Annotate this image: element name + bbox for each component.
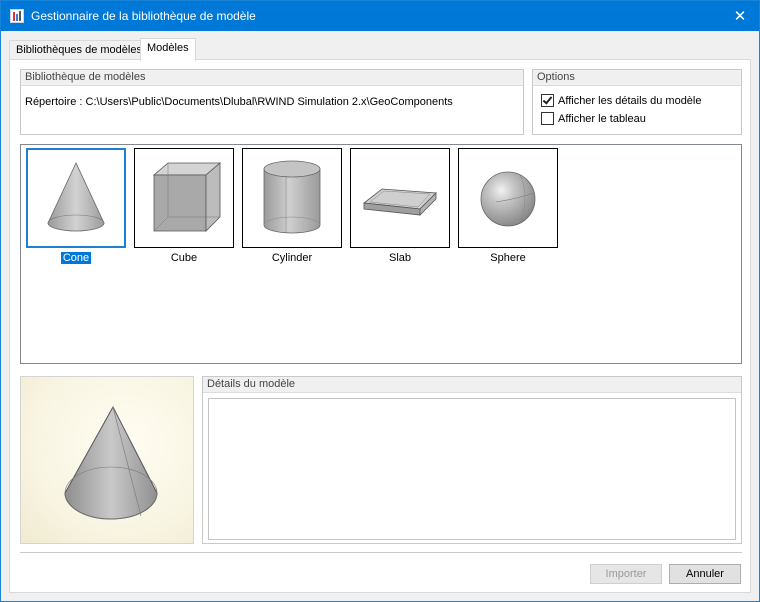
- directory-path: C:\Users\Public\Documents\Dlubal\RWIND S…: [85, 96, 453, 108]
- model-details-groupbox: Détails du modèle: [202, 376, 742, 544]
- model-preview: [20, 376, 194, 544]
- sphere-icon: [480, 171, 536, 227]
- cone-thumbnail: [26, 148, 126, 248]
- checkmark-icon: [542, 94, 553, 105]
- divider: [20, 552, 742, 553]
- tab-model-libraries[interactable]: Bibliothèques de modèles: [9, 40, 149, 60]
- app-icon: [10, 9, 24, 23]
- model-item-cone[interactable]: Cone: [24, 148, 128, 264]
- options-groupbox: Options Afficher les détails du modèle A…: [532, 69, 742, 135]
- show-details-label[interactable]: Afficher les détails du modèle: [558, 95, 702, 107]
- library-groupbox: Bibliothèque de modèles Répertoire : C:\…: [20, 69, 524, 135]
- cone-preview-icon: [64, 405, 158, 520]
- show-table-option[interactable]: Afficher le tableau: [541, 112, 646, 125]
- model-item-cylinder[interactable]: Cylinder: [240, 148, 344, 264]
- model-name: Sphere: [490, 252, 526, 264]
- model-item-cube[interactable]: Cube: [132, 148, 236, 264]
- directory-label: Répertoire :: [25, 96, 83, 108]
- model-name: Cylinder: [271, 252, 313, 264]
- show-table-checkbox[interactable]: [541, 112, 554, 125]
- close-icon[interactable]: ✕: [721, 1, 759, 31]
- tab-models[interactable]: Modèles: [140, 38, 196, 61]
- cube-icon: [152, 162, 222, 232]
- show-table-label[interactable]: Afficher le tableau: [558, 113, 646, 125]
- cone-icon: [47, 162, 105, 232]
- model-library-manager-window: Gestionnaire de la bibliothèque de modèl…: [0, 0, 760, 602]
- cube-thumbnail: [134, 148, 234, 248]
- import-button[interactable]: Importer: [590, 564, 662, 584]
- library-group-title: Bibliothèque de modèles: [21, 70, 523, 86]
- model-name: Slab: [388, 252, 412, 264]
- model-name: Cone: [60, 252, 92, 264]
- show-details-checkbox[interactable]: [541, 94, 554, 107]
- slab-icon: [362, 188, 437, 216]
- directory-row: Répertoire : C:\Users\Public\Documents\D…: [25, 96, 453, 108]
- window-title: Gestionnaire de la bibliothèque de modèl…: [31, 9, 256, 23]
- model-details-area[interactable]: [208, 398, 736, 540]
- model-item-sphere[interactable]: Sphere: [456, 148, 560, 264]
- models-list[interactable]: Cone Cube Cylinder Slab Sphere: [20, 144, 742, 364]
- cylinder-icon: [263, 160, 321, 234]
- show-details-option[interactable]: Afficher les détails du modèle: [541, 94, 702, 107]
- sphere-thumbnail: [458, 148, 558, 248]
- cylinder-thumbnail: [242, 148, 342, 248]
- details-group-title: Détails du modèle: [203, 377, 741, 393]
- title-bar[interactable]: Gestionnaire de la bibliothèque de modèl…: [1, 1, 759, 31]
- model-name: Cube: [170, 252, 198, 264]
- slab-thumbnail: [350, 148, 450, 248]
- options-group-title: Options: [533, 70, 741, 86]
- model-item-slab[interactable]: Slab: [348, 148, 452, 264]
- models-tab-panel: Bibliothèque de modèles Répertoire : C:\…: [9, 59, 751, 593]
- cancel-button[interactable]: Annuler: [669, 564, 741, 584]
